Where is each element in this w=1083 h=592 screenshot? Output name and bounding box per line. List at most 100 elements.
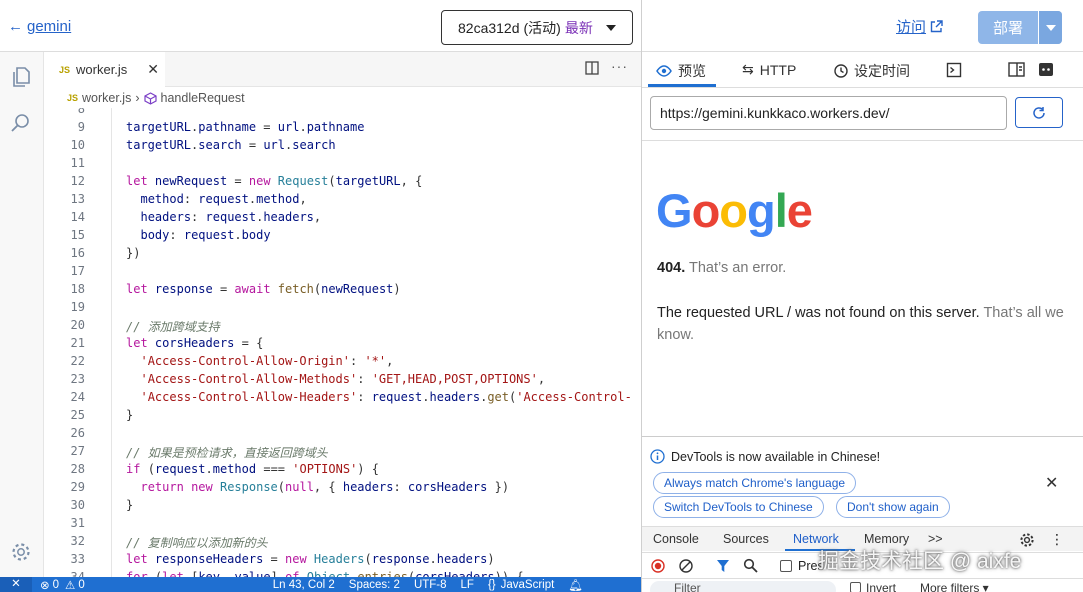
line-number: 19 bbox=[70, 300, 85, 314]
js-file-icon: JS bbox=[67, 93, 79, 103]
deploy-button[interactable]: 部署 bbox=[978, 11, 1062, 44]
always-match-language-button[interactable]: Always match Chrome's language bbox=[653, 472, 857, 494]
search-icon[interactable] bbox=[8, 110, 34, 136]
chevron-down-icon bbox=[1045, 24, 1056, 31]
preview-frame: Google 404. That’s an error. The request… bbox=[642, 140, 1083, 436]
visit-link[interactable]: 访问 bbox=[896, 16, 943, 37]
close-icon[interactable]: ✕ bbox=[1045, 473, 1058, 493]
arrow-left-icon: ← bbox=[8, 18, 23, 35]
code-line[interactable]: // 复制响应以添加新的头 bbox=[126, 534, 268, 551]
code-line[interactable]: if (request.method === 'OPTIONS') { bbox=[126, 462, 379, 476]
indentation[interactable]: Spaces: 2 bbox=[349, 579, 400, 591]
invert-checkbox[interactable] bbox=[850, 582, 861, 592]
deploy-label: 部署 bbox=[992, 20, 1023, 37]
code-line[interactable]: let responseHeaders = new Headers(respon… bbox=[126, 552, 495, 566]
code-line[interactable]: }) bbox=[126, 246, 140, 260]
line-number: 32 bbox=[70, 534, 85, 548]
line-number: 31 bbox=[70, 516, 85, 530]
google-logo: Google bbox=[656, 183, 813, 238]
reload-button[interactable] bbox=[1015, 97, 1063, 128]
tab-schedule[interactable]: 设定时间 bbox=[834, 61, 910, 81]
error-code: 404. bbox=[657, 260, 686, 276]
line-number: 15 bbox=[70, 228, 85, 242]
bell-icon[interactable]: 🔔︎ bbox=[568, 578, 583, 592]
tab-preview[interactable]: 预览 bbox=[656, 61, 706, 81]
line-ending[interactable]: LF bbox=[461, 579, 474, 591]
watermark: 掘金技术社区 @ aixfe bbox=[818, 550, 1022, 573]
close-icon[interactable]: ✕ bbox=[147, 61, 159, 78]
code-line[interactable]: headers: request.headers, bbox=[126, 210, 321, 224]
back-link[interactable]: ← gemini bbox=[8, 18, 71, 35]
devtools-info-text: DevTools is now available in Chinese! bbox=[671, 449, 881, 464]
filter-input[interactable]: Filter bbox=[650, 581, 836, 592]
tab-sources[interactable]: Sources bbox=[723, 532, 769, 546]
line-number: 8 bbox=[77, 108, 85, 116]
logo-letter: e bbox=[786, 184, 813, 237]
code-line[interactable]: for (let [key, value] of Object.entries(… bbox=[126, 570, 524, 577]
toggle-layout-icon[interactable] bbox=[1008, 62, 1025, 77]
tab-memory[interactable]: Memory bbox=[864, 532, 909, 546]
code-line[interactable]: } bbox=[126, 408, 133, 422]
logo-letter: g bbox=[747, 184, 776, 237]
cursor-position[interactable]: Ln 43, Col 2 bbox=[273, 579, 335, 591]
code-line[interactable]: // 添加跨域支持 bbox=[126, 318, 220, 335]
code-line[interactable]: return new Response(null, { headers: cor… bbox=[126, 480, 509, 494]
code-line[interactable]: let corsHeaders = { bbox=[126, 336, 263, 350]
code-line[interactable]: body: request.body bbox=[126, 228, 270, 242]
remote-icon[interactable]: ✕ bbox=[0, 577, 32, 592]
line-number: 18 bbox=[70, 282, 85, 296]
split-editor-icon[interactable] bbox=[585, 61, 599, 75]
error-icon[interactable]: ⊗ bbox=[40, 578, 50, 592]
record-icon[interactable] bbox=[651, 559, 665, 573]
kebab-menu-icon[interactable]: ⋮ bbox=[1050, 531, 1064, 548]
code-line[interactable]: 'Access-Control-Allow-Headers': request.… bbox=[126, 390, 631, 404]
more-actions-icon[interactable]: ··· bbox=[611, 58, 628, 74]
js-file-icon: JS bbox=[59, 64, 71, 75]
deploy-dropdown-button[interactable] bbox=[1038, 11, 1062, 44]
language-mode[interactable]: JavaScript bbox=[501, 579, 555, 591]
code-line[interactable]: 'Access-Control-Allow-Methods': 'GET,HEA… bbox=[126, 372, 545, 386]
code-line[interactable]: let response = await fetch(newRequest) bbox=[126, 282, 401, 296]
terminal-icon[interactable] bbox=[946, 62, 962, 78]
indent-guide bbox=[111, 108, 112, 577]
version-select[interactable]: 82ca312d (活动) 最新 bbox=[441, 10, 633, 45]
code-line[interactable]: method: request.method, bbox=[126, 192, 306, 206]
method-icon bbox=[143, 91, 157, 105]
explorer-icon[interactable] bbox=[8, 64, 34, 90]
code-line[interactable]: 'Access-Control-Allow-Origin': '*', bbox=[126, 354, 393, 368]
preserve-log-checkbox[interactable] bbox=[780, 560, 792, 572]
search-icon[interactable] bbox=[743, 558, 758, 573]
swap-arrows-icon: ⇆ bbox=[742, 61, 754, 77]
logo-letter: o bbox=[719, 184, 748, 237]
tab-http[interactable]: ⇆ HTTP bbox=[742, 61, 796, 78]
switch-to-chinese-button[interactable]: Switch DevTools to Chinese bbox=[653, 496, 824, 518]
code-line[interactable]: targetURL.pathname = url.pathname bbox=[126, 120, 364, 134]
more-tabs-icon[interactable]: >> bbox=[928, 532, 943, 546]
warning-icon[interactable]: ⚠ bbox=[65, 578, 75, 592]
filter-icon[interactable] bbox=[716, 559, 730, 573]
breadcrumb-file[interactable]: worker.js bbox=[82, 91, 131, 105]
tab-label: worker.js bbox=[76, 62, 128, 77]
logo-letter: o bbox=[691, 184, 721, 237]
encoding[interactable]: UTF-8 bbox=[414, 579, 447, 591]
warning-count: 0 bbox=[78, 578, 85, 591]
tab-network[interactable]: Network bbox=[793, 532, 839, 546]
devtools-icon[interactable] bbox=[1038, 62, 1054, 78]
code-line[interactable]: let newRequest = new Request(targetURL, … bbox=[126, 174, 422, 188]
clear-icon[interactable] bbox=[679, 559, 693, 573]
code-line[interactable]: } bbox=[126, 498, 133, 512]
preview-url-input[interactable]: https://gemini.kunkkaco.workers.dev/ bbox=[650, 96, 1007, 130]
tab-console[interactable]: Console bbox=[653, 532, 699, 546]
code-editor[interactable]: 8 9 targetURL.pathname = url.pathname 10 tar… bbox=[45, 108, 641, 577]
line-number: 16 bbox=[70, 246, 85, 260]
line-number: 20 bbox=[70, 318, 85, 332]
more-filters-dropdown[interactable]: More filters ▾ bbox=[920, 581, 989, 592]
dont-show-again-button[interactable]: Don't show again bbox=[836, 496, 950, 518]
line-number: 29 bbox=[70, 480, 85, 494]
breadcrumb-symbol[interactable]: handleRequest bbox=[161, 91, 245, 105]
gear-icon[interactable] bbox=[1019, 532, 1035, 548]
gear-icon[interactable] bbox=[8, 539, 34, 565]
code-line[interactable]: targetURL.search = url.search bbox=[126, 138, 336, 152]
code-line[interactable]: // 如果是预检请求，直接返回跨域头 bbox=[126, 444, 328, 461]
tab-worker-js[interactable]: JS worker.js ✕ bbox=[45, 52, 165, 87]
